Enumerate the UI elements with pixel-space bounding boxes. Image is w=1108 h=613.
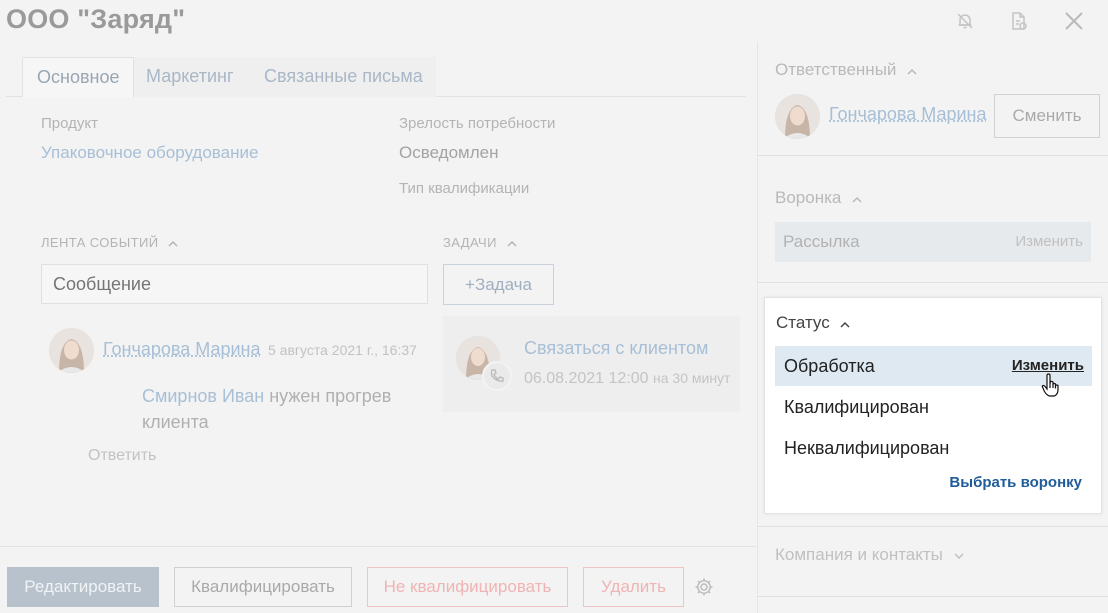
chevron-up-icon [507,235,517,250]
feed-text-2: клиента [142,412,209,432]
tab-related-emails[interactable]: Связанные письма [250,57,437,97]
phone-icon [482,361,512,391]
feed-message: Смирнов Иван нужен прогрев клиента [142,383,432,435]
close-icon[interactable] [1063,10,1085,32]
responsible-person-link[interactable]: Гончарова Марина [829,104,987,125]
task-datetime: 06.08.2021 12:00 [524,370,649,387]
product-value[interactable]: Упаковочное оборудование [41,143,258,163]
funnel-title: Воронка [775,188,842,207]
status-option-label: Неквалифицирован [784,438,950,458]
status-title: Статус [776,313,830,332]
tasks-title: ЗАДАЧИ [443,235,497,250]
add-task-button[interactable]: +Задача [443,264,554,305]
status-heading[interactable]: Статус [776,313,851,333]
feed-author-link[interactable]: Гончарова Марина [103,339,261,360]
mention-link[interactable]: Смирнов Иван [142,386,264,406]
funnel-value: Рассылка [783,232,860,251]
event-feed-title: ЛЕНТА СОБЫТИЙ [41,235,159,250]
chevron-up-icon [907,60,917,80]
event-feed-heading[interactable]: ЛЕНТА СОБЫТИЙ [41,235,179,250]
task-title[interactable]: Связаться с клиентом [524,338,708,359]
change-responsible-button[interactable]: Сменить [994,94,1100,138]
funnel-change-link[interactable]: Изменить [1015,233,1083,250]
tab-bar: Основное Маркетинг Связанные письма [6,57,746,98]
qualification-type-label: Тип квалификации [399,180,530,197]
status-option-label: Квалифицирован [784,397,929,417]
hand-pointer-icon [1041,373,1061,402]
document-export-icon[interactable] [1008,10,1030,32]
funnel-value-row: Рассылка Изменить [775,222,1091,262]
status-option-label: Обработка [784,356,875,376]
status-card: Статус Обработка Изменить Квалифицирован… [764,297,1102,514]
chevron-up-icon [840,313,851,333]
avatar [49,328,94,373]
funnel-heading[interactable]: Воронка [775,188,862,208]
responsible-title: Ответственный [775,60,897,79]
contacts-heading[interactable]: Компания и контакты [775,545,964,565]
select-funnel-link[interactable]: Выбрать воронку [949,474,1082,491]
disqualify-button[interactable]: Не квалифицировать [367,567,568,607]
task-card[interactable]: Связаться с клиентом 06.08.2021 12:00 на… [443,316,740,412]
feed-text: нужен прогрев [269,386,392,406]
contacts-title: Компания и контакты [775,545,943,564]
footer-actions: Редактировать Квалифицировать Не квалифи… [0,546,756,613]
qualify-button[interactable]: Квалифицировать [174,567,352,607]
message-input[interactable] [41,264,428,304]
maturity-label: Зрелость потребности [399,115,556,132]
task-schedule: 06.08.2021 12:00 на 30 минут [524,370,730,388]
delete-button[interactable]: Удалить [583,567,684,607]
reply-link[interactable]: Ответить [88,447,156,465]
tab-main[interactable]: Основное [22,57,135,98]
maturity-value: Осведомлен [399,143,499,162]
chevron-up-icon [852,188,862,208]
product-label: Продукт [41,115,98,132]
bell-off-icon[interactable] [954,10,976,32]
task-duration: на 30 минут [653,370,731,386]
tab-marketing[interactable]: Маркетинг [132,57,248,97]
status-option-unqualified[interactable]: Неквалифицирован [775,428,1092,468]
feed-date: 5 августа 2021 г., 16:37 [268,342,417,358]
edit-button[interactable]: Редактировать [7,567,159,607]
page-title: ООО "Заряд" [6,4,186,34]
tasks-heading[interactable]: ЗАДАЧИ [443,235,517,250]
responsible-heading[interactable]: Ответственный [775,60,917,80]
avatar [775,94,820,139]
chevron-up-icon [168,235,179,250]
chevron-down-icon [954,545,964,565]
gear-icon[interactable] [694,577,714,597]
